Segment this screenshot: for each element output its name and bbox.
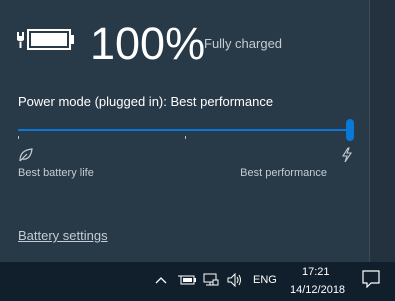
desktop-background — [369, 0, 395, 262]
power-mode-label: Power mode (plugged in): Best performanc… — [18, 94, 274, 109]
slider-thumb[interactable] — [346, 119, 354, 141]
volume-icon[interactable] — [227, 272, 245, 288]
chevron-up-icon[interactable] — [155, 276, 167, 284]
best-battery-life-label: Best battery life — [18, 167, 94, 179]
battery-flyout: 100% Fully charged Power mode (plugged i… — [0, 0, 370, 262]
slider-tick — [185, 136, 186, 139]
battery-settings-link[interactable]: Battery settings — [18, 228, 108, 243]
leaf-icon — [19, 148, 33, 162]
battery-icon[interactable] — [178, 274, 196, 286]
slider-track[interactable] — [18, 129, 352, 131]
clock-time[interactable]: 17:21 — [302, 266, 330, 278]
language-indicator[interactable]: ENG — [253, 274, 277, 286]
slider-tick — [18, 136, 19, 139]
clock-date[interactable]: 14/12/2018 — [290, 284, 345, 296]
battery-plugged-icon — [17, 29, 74, 50]
best-performance-label: Best performance — [240, 167, 327, 179]
charge-status: Fully charged — [204, 36, 283, 51]
network-icon[interactable] — [203, 272, 219, 288]
lightning-bolt-icon — [342, 147, 353, 163]
battery-percentage: 100% — [90, 18, 206, 69]
action-center-icon[interactable] — [362, 270, 380, 288]
power-mode-slider[interactable] — [18, 118, 356, 144]
